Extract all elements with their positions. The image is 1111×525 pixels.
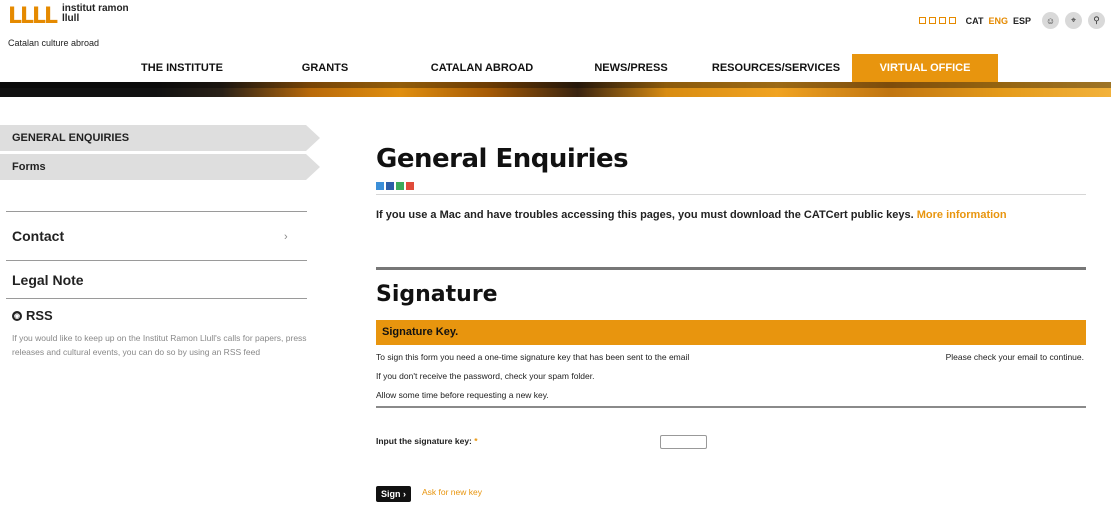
header-tools: CAT ENG ESP ☺ ⌖ ⚲ [918, 12, 1105, 29]
logo-mark: LLLL [8, 4, 58, 29]
divider [376, 406, 1086, 408]
page-title: General Enquiries [376, 144, 629, 174]
signature-key-heading: Signature Key. [382, 326, 459, 338]
info-line: To sign this form you need a one-time si… [376, 352, 690, 362]
google-plus-icon[interactable] [406, 182, 414, 190]
divider [376, 267, 1086, 270]
lang-cat[interactable]: CAT [966, 16, 984, 26]
nav-grants[interactable]: GRANTS [280, 54, 370, 82]
required-marker: * [474, 436, 478, 446]
location-icon[interactable]: ⌖ [1065, 12, 1082, 29]
social-links [918, 17, 956, 24]
share-buttons [376, 182, 414, 190]
whatsapp-icon[interactable] [396, 182, 404, 190]
banner-shade [0, 82, 1111, 88]
main-nav: THE INSTITUTE GRANTS CATALAN ABROAD NEWS… [0, 54, 1111, 82]
search-icon[interactable]: ⚲ [1088, 12, 1105, 29]
sidebar-link-legal-note[interactable]: Legal Note [12, 272, 84, 288]
signature-key-input[interactable] [660, 435, 707, 449]
nav-the-institute[interactable]: THE INSTITUTE [112, 54, 252, 82]
nav-catalan-abroad[interactable]: CATALAN ABROAD [412, 54, 552, 82]
facebook-icon[interactable] [386, 182, 394, 190]
lang-eng[interactable]: ENG [988, 16, 1008, 26]
chevron-right-icon: › [284, 231, 288, 243]
mac-notice: If you use a Mac and have troubles acces… [376, 208, 1076, 222]
notice-text: If you use a Mac and have troubles acces… [376, 209, 914, 221]
sign-button[interactable]: Sign › [376, 486, 411, 502]
accessibility-icon[interactable]: ☺ [1042, 12, 1059, 29]
nav-virtual-office[interactable]: VIRTUAL OFFICE [852, 54, 998, 82]
sidebar-link-contact[interactable]: Contact [12, 228, 64, 244]
sidebar-tab-label: Forms [12, 161, 46, 173]
lang-esp[interactable]: ESP [1013, 16, 1031, 26]
social-icon[interactable] [918, 17, 926, 24]
sidebar-tab-forms[interactable]: Forms [0, 154, 320, 180]
social-icon[interactable] [948, 17, 956, 24]
logo-name: institut ramon llull [62, 3, 129, 24]
divider [6, 260, 307, 261]
info-line: If you don't receive the password, check… [376, 371, 595, 381]
info-line: Allow some time before requesting a new … [376, 390, 549, 400]
rss-icon: ◉ [12, 310, 22, 321]
social-icon[interactable] [928, 17, 936, 24]
rss-heading[interactable]: ◉ RSS [12, 308, 53, 323]
rss-description: If you would like to keep up on the Inst… [12, 333, 307, 357]
nav-news-press[interactable]: NEWS/PRESS [576, 54, 686, 82]
twitter-icon[interactable] [376, 182, 384, 190]
signature-key-bar: Signature Key. [376, 320, 1086, 345]
social-icon[interactable] [938, 17, 946, 24]
field-label-text: Input the signature key: [376, 436, 472, 446]
divider [6, 211, 307, 212]
divider [376, 194, 1086, 195]
sidebar-tab-label: GENERAL ENQUIRIES [12, 132, 130, 144]
nav-resources-services[interactable]: RESOURCES/SERVICES [706, 54, 846, 82]
rss-title: RSS [26, 308, 53, 323]
info-check-email: Please check your email to continue. [945, 352, 1084, 362]
section-title: Signature [376, 282, 498, 307]
logo-tagline: Catalan culture abroad [8, 38, 100, 48]
signature-key-label: Input the signature key: * [376, 436, 478, 446]
more-information-link[interactable]: More information [917, 209, 1007, 221]
ask-new-key-link[interactable]: Ask for new key [422, 487, 482, 497]
divider [6, 298, 307, 299]
sidebar-tab-general-enquiries[interactable]: GENERAL ENQUIRIES [0, 125, 320, 151]
